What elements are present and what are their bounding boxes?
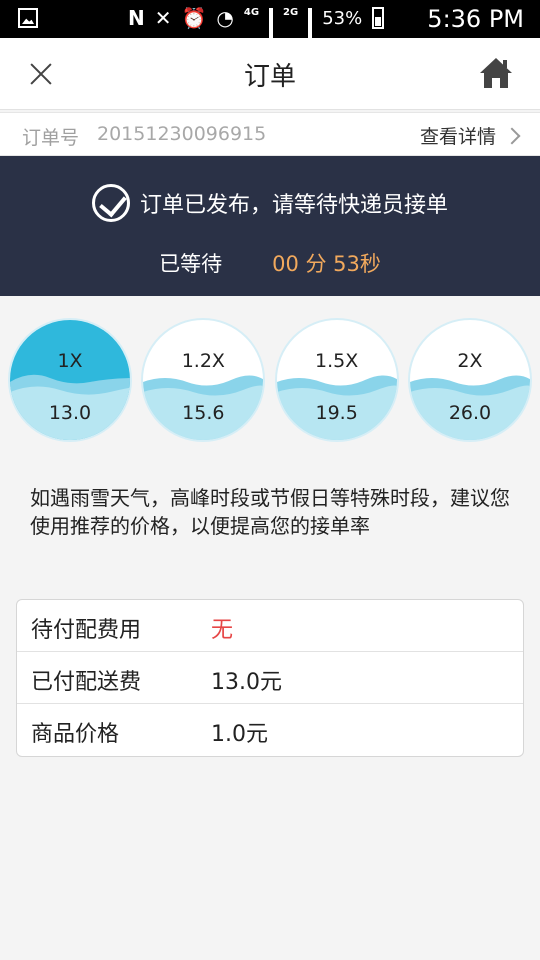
multiplier-label: 1.5X xyxy=(315,350,359,372)
network-type-2g: 2G xyxy=(283,6,299,18)
price-option-1.2x[interactable]: 1.2X 15.6 xyxy=(141,318,266,442)
signal-icon-2 xyxy=(308,8,313,53)
signal-icon-1 xyxy=(269,8,274,53)
fee-label: 待付配费用 xyxy=(31,618,142,643)
order-published-message: 订单已发布，请等待快递员接单 xyxy=(139,193,448,218)
fee-value: 无 xyxy=(211,618,234,643)
fee-row-unpaid: 待付配费用 无 xyxy=(17,600,523,652)
status-icons: N ✕ ⏰ ◔ 4G 2G 53% xyxy=(128,6,385,53)
order-number-label: 订单号 xyxy=(22,127,80,149)
chevron-right-icon xyxy=(503,127,521,144)
view-details-link[interactable]: 查看详情 xyxy=(419,122,521,149)
view-details-label: 查看详情 xyxy=(419,126,496,148)
price-value: 19.5 xyxy=(315,402,358,424)
price-option-1.5x[interactable]: 1.5X 19.5 xyxy=(274,318,399,442)
order-number-row: 订单号 20151230096915 查看详情 xyxy=(0,112,540,156)
price-multiplier-options: 1X 13.0 1.2X 15.6 1.5X 19.5 2X 26.0 xyxy=(0,318,540,442)
fee-value: 1.0元 xyxy=(211,722,268,747)
waited-label: 已等待 xyxy=(159,252,223,276)
status-bar: N ✕ ⏰ ◔ 4G 2G 53% 5:36 PM xyxy=(0,0,540,53)
alarm-icon: ⏰ xyxy=(181,6,207,30)
fee-value: 13.0元 xyxy=(211,670,282,695)
multiplier-label: 2X xyxy=(457,350,483,372)
nfc-icon: N xyxy=(128,6,145,30)
price-value: 15.6 xyxy=(182,402,225,424)
gallery-icon xyxy=(18,8,38,28)
wifi-icon: ◔ xyxy=(216,6,234,30)
home-icon[interactable] xyxy=(478,56,514,90)
price-option-1x[interactable]: 1X 13.0 xyxy=(8,318,132,442)
multiplier-label: 1.2X xyxy=(181,350,225,372)
fee-row-paid-delivery: 已付配送费 13.0元 xyxy=(17,652,523,704)
mute-icon: ✕ xyxy=(154,6,172,30)
price-recommendation-note: 如遇雨雪天气，高峰时段或节假日等特殊时段，建议您使用推荐的价格，以便提高您的接单… xyxy=(30,486,510,538)
title-bar: 订单 xyxy=(0,38,540,110)
price-value: 13.0 xyxy=(48,402,92,424)
multiplier-label: 1X xyxy=(57,350,83,372)
fee-summary-table: 待付配费用 无 已付配送费 13.0元 商品价格 1.0元 xyxy=(16,599,524,757)
battery-icon xyxy=(372,7,385,29)
check-circle-icon xyxy=(91,184,130,222)
order-status-banner: 订单已发布，请等待快递员接单 已等待 00 分 53秒 xyxy=(0,156,540,296)
battery-percent: 53% xyxy=(322,7,363,29)
price-option-2x[interactable]: 2X 26.0 xyxy=(407,318,532,442)
fee-row-goods-price: 商品价格 1.0元 xyxy=(17,704,523,756)
network-type-4g: 4G xyxy=(243,6,260,18)
waited-time: 00 分 53秒 xyxy=(272,252,381,276)
clock: 5:36 PM xyxy=(427,5,524,33)
price-value: 26.0 xyxy=(448,402,492,424)
fee-label: 商品价格 xyxy=(31,722,120,747)
order-number: 20151230096915 xyxy=(97,123,267,145)
fee-label: 已付配送费 xyxy=(31,670,142,695)
page-title: 订单 xyxy=(243,62,296,92)
